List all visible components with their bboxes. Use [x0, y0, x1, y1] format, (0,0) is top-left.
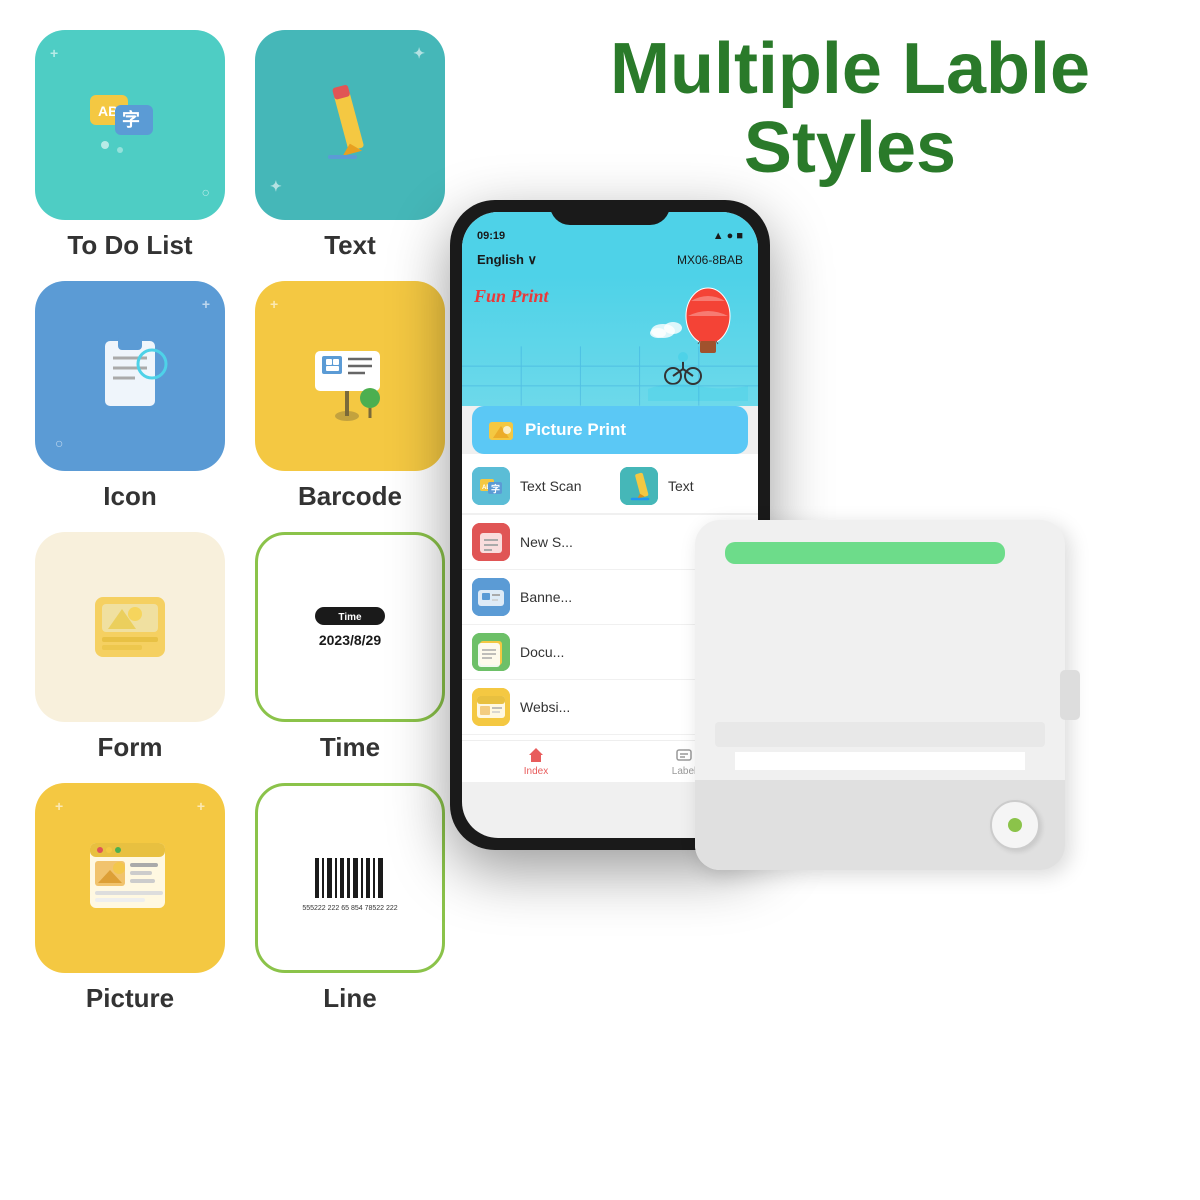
phone-time: 09:19 — [477, 230, 505, 242]
grid-item-picture: + + — [30, 783, 230, 1014]
page-title-line2: Styles — [520, 109, 1180, 188]
printer-slot — [715, 722, 1045, 747]
picture-print-button[interactable]: Picture Print — [472, 406, 748, 454]
label-styles-grid: + ○ AB 字 To Do List ✦ ✦ — [30, 30, 490, 1034]
svg-text:555222 222 65 854 78522 222: 555222 222 65 854 78522 222 — [302, 905, 397, 912]
phone-icons: ▲ ● ■ — [713, 230, 743, 242]
printer-bottom-section — [695, 780, 1065, 870]
grid-item-form: Form — [30, 532, 230, 763]
printer-body — [695, 520, 1065, 870]
grid-item-line: 555222 222 65 854 78522 222 Line — [250, 783, 450, 1014]
text-icon-box: ✦ ✦ — [255, 30, 445, 220]
document-icon — [472, 633, 510, 671]
svg-text:Time: Time — [338, 612, 362, 623]
fun-print-title: Fun Print — [474, 286, 549, 307]
picture-label: Picture — [86, 983, 174, 1014]
picture-print-icon — [487, 416, 515, 444]
form-icon-box — [35, 532, 225, 722]
text-scan-icon: AB 字 — [472, 467, 510, 505]
banner-label: Banne... — [520, 589, 572, 605]
grid-row-4: + + — [30, 783, 490, 1014]
new-icon — [472, 523, 510, 561]
map-grid — [462, 346, 758, 406]
svg-text:字: 字 — [491, 483, 500, 494]
time-icon-box: Time 2023/8/29 — [255, 532, 445, 722]
menu-item-text[interactable]: Text — [610, 459, 758, 514]
grid-item-barcode: + — [250, 281, 450, 512]
grid-row-1: + ○ AB 字 To Do List ✦ ✦ — [30, 30, 490, 261]
time-label: Time — [320, 732, 380, 763]
text-scan-label: Text Scan — [520, 478, 581, 494]
barcode-icon-box: + — [255, 281, 445, 471]
banner-icon — [472, 578, 510, 616]
printer-power-led — [1008, 818, 1022, 832]
barcode-label: Barcode — [298, 481, 402, 512]
bottom-nav-index[interactable]: Index — [462, 746, 610, 777]
picture-template-icon — [80, 828, 180, 928]
line-icon-box: 555222 222 65 854 78522 222 — [255, 783, 445, 973]
page-title-line1: Multiple Lable — [520, 30, 1180, 109]
barcode-sign-icon — [300, 326, 400, 426]
todo-label: To Do List — [67, 230, 192, 261]
menu-row-1: AB 字 Text Scan — [462, 459, 758, 515]
todo-icon-box: + ○ AB 字 — [35, 30, 225, 220]
grid-row-3: Form Time 2023/8/29 Time — [30, 532, 490, 763]
printer-side-button[interactable] — [1060, 670, 1080, 720]
grid-item-text: ✦ ✦ Text — [250, 30, 450, 261]
icon-label: Icon — [103, 481, 156, 512]
text-menu-icon — [620, 467, 658, 505]
printer-power-button[interactable] — [990, 800, 1040, 850]
svg-text:2023/8/29: 2023/8/29 — [319, 632, 381, 648]
printer-paper-out — [735, 752, 1025, 770]
new-label: New S... — [520, 534, 573, 550]
time-label-icon: Time 2023/8/29 — [300, 577, 400, 677]
line-label: Line — [323, 983, 376, 1014]
document-label: Docu... — [520, 644, 564, 660]
printer-device — [680, 520, 1080, 970]
icon-document-icon — [80, 326, 180, 426]
text-label: Text — [324, 230, 376, 261]
icon-icon-box: + ○ — [35, 281, 225, 471]
text-pencil-icon — [300, 75, 400, 175]
form-label: Form — [98, 732, 163, 763]
phone-device-id: MX06-8BAB — [677, 253, 743, 267]
grid-row-2: + ○ Icon + — [30, 281, 490, 512]
phone-banner: Fun Print — [462, 276, 758, 406]
printer-slot-area — [715, 722, 1045, 770]
grid-item-time: Time 2023/8/29 Time — [250, 532, 450, 763]
phone-language: English ∨ — [477, 252, 537, 268]
home-icon — [527, 746, 545, 764]
grid-item-icon: + ○ Icon — [30, 281, 230, 512]
grid-item-todo: + ○ AB 字 To Do List — [30, 30, 230, 261]
website-icon — [472, 688, 510, 726]
phone-nav-bar: English ∨ MX06-8BAB — [462, 247, 758, 276]
picture-icon-box: + + — [35, 783, 225, 973]
phone-notch — [550, 200, 670, 225]
bottom-nav-index-label: Index — [524, 766, 548, 777]
printer-status-strip — [725, 542, 1005, 564]
picture-print-label: Picture Print — [525, 420, 626, 440]
text-menu-label: Text — [668, 478, 694, 494]
website-label: Websi... — [520, 699, 570, 715]
todo-icon: AB 字 — [80, 75, 180, 175]
barcode-line-icon: 555222 222 65 854 78522 222 — [300, 828, 400, 928]
menu-item-text-scan[interactable]: AB 字 Text Scan — [462, 459, 610, 514]
title-area: Multiple Lable Styles — [520, 30, 1180, 188]
form-template-icon — [80, 577, 180, 677]
svg-text:字: 字 — [122, 109, 140, 130]
